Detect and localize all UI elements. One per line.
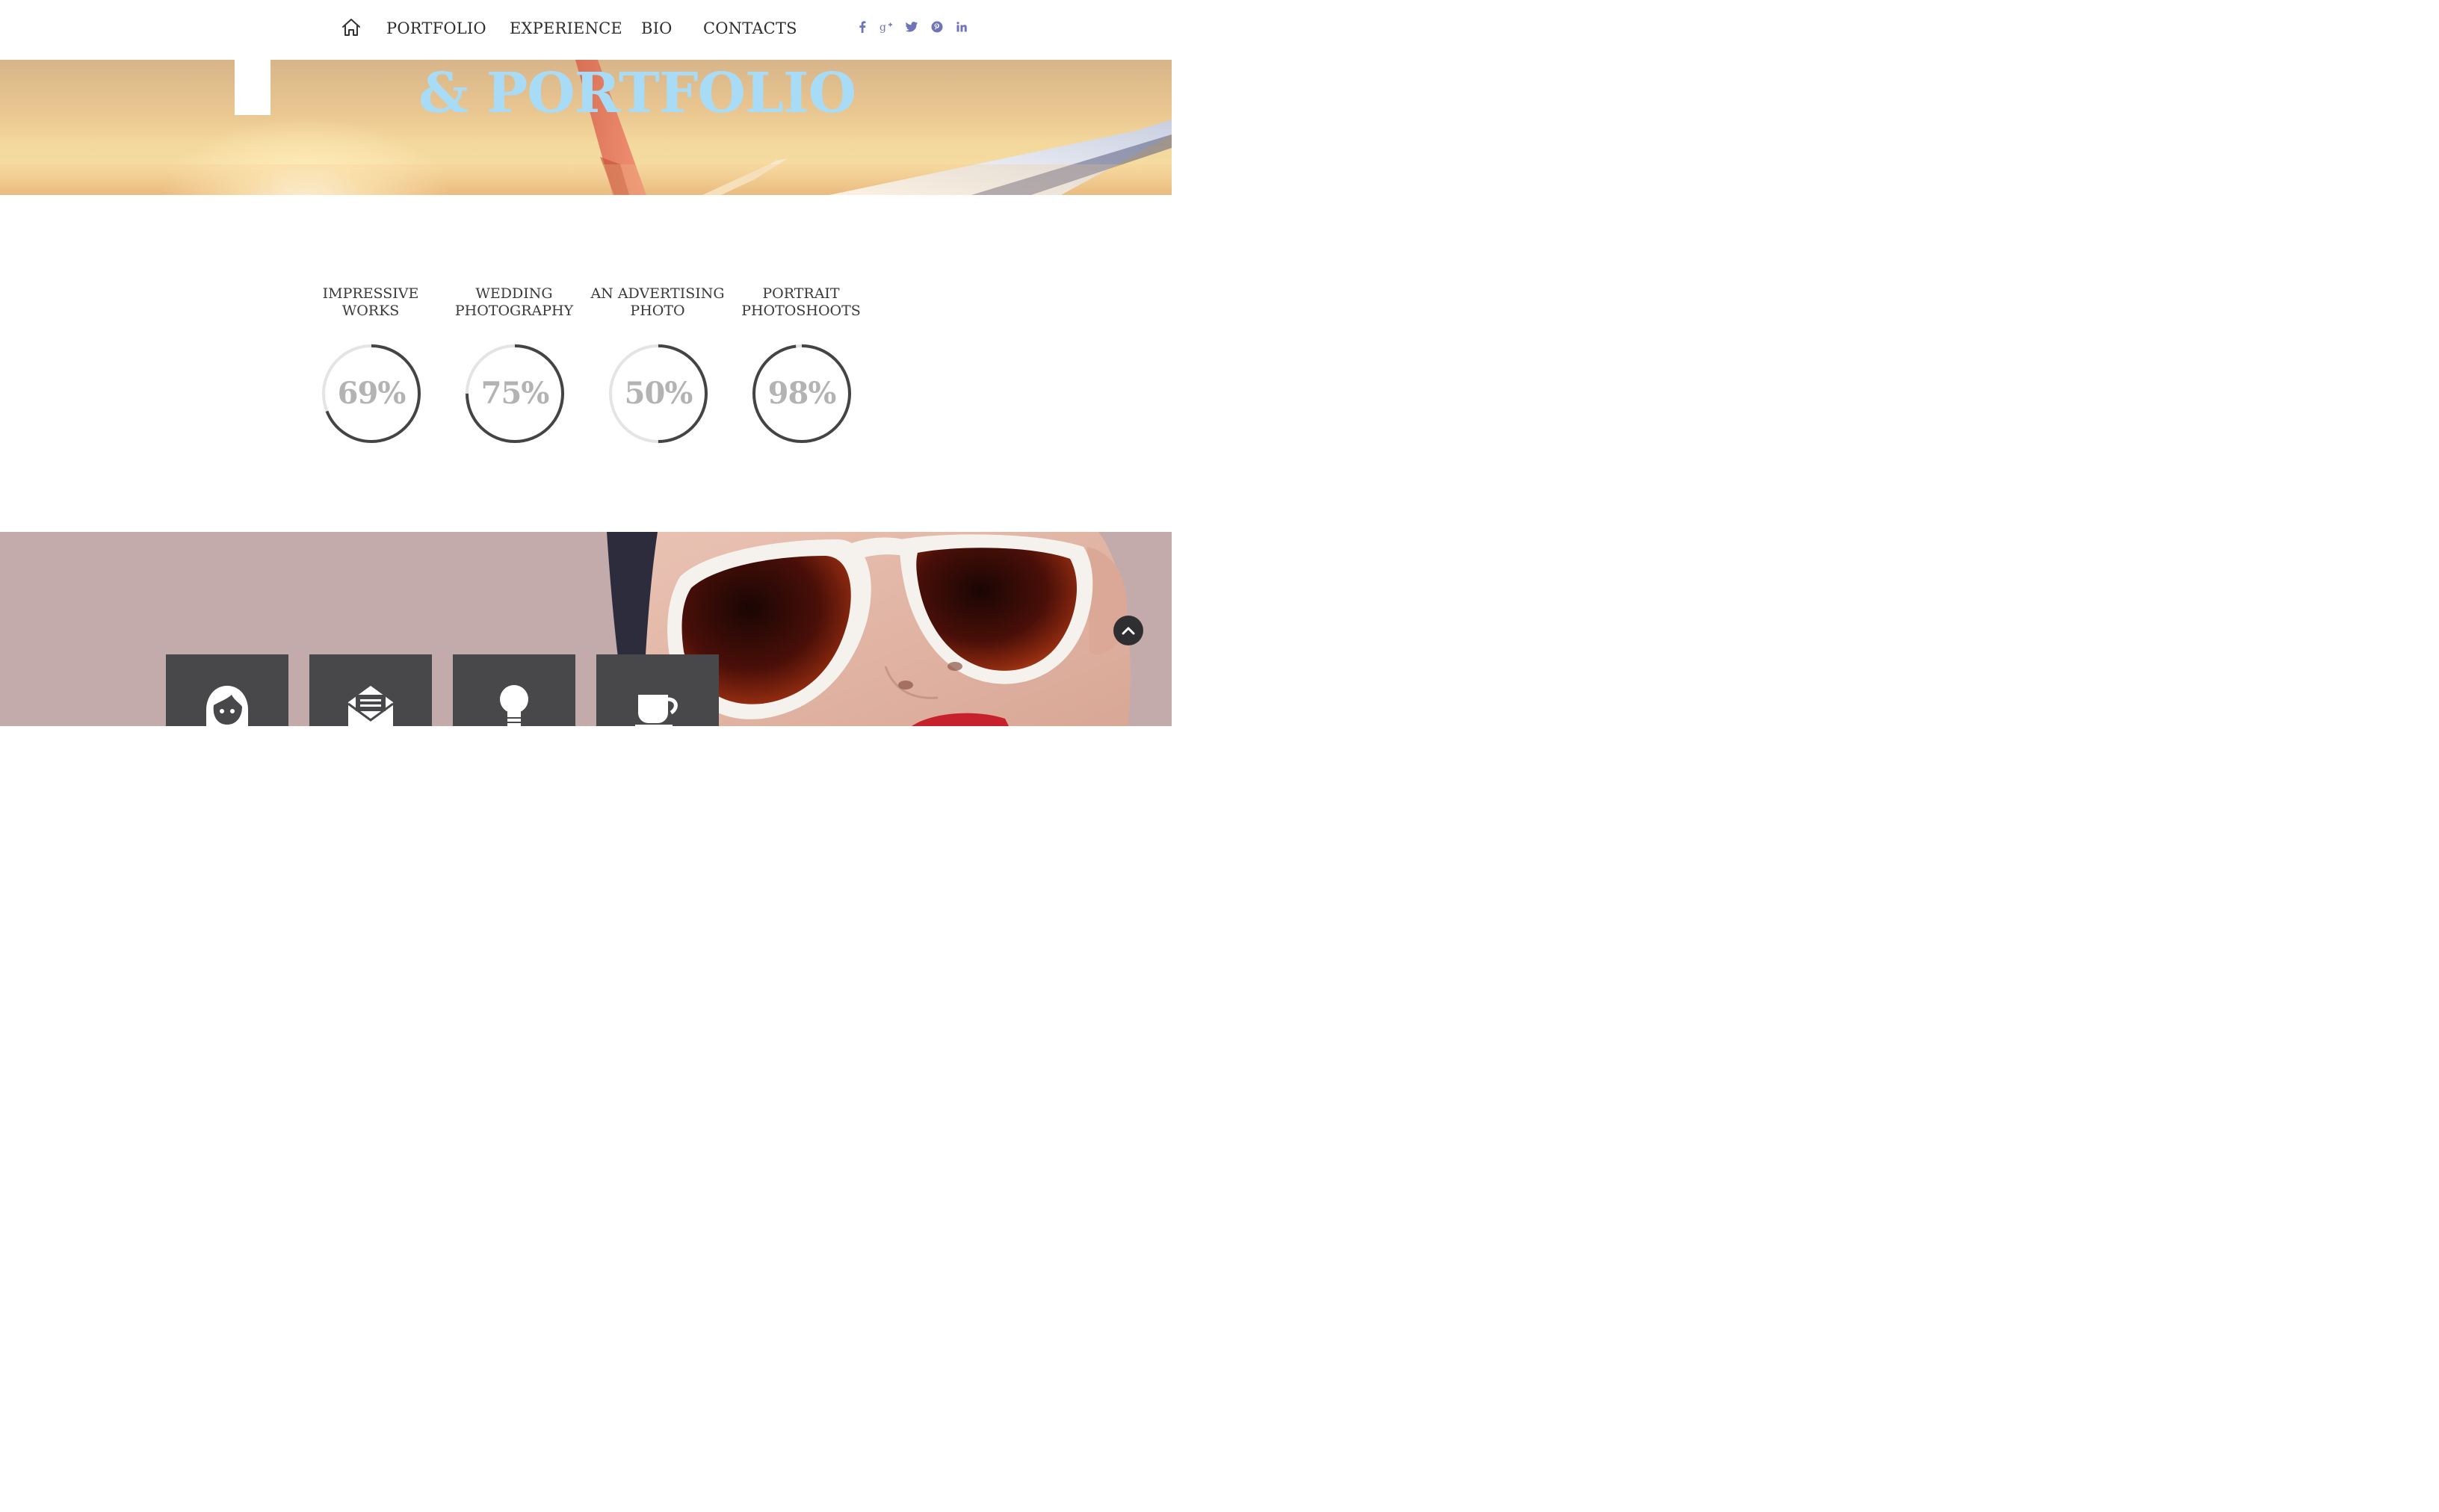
coffee-cup-icon <box>635 695 678 726</box>
skill-label: AN ADVERTISING PHOTO <box>590 285 725 319</box>
nav-item-contacts[interactable]: CONTACTS <box>703 19 797 37</box>
progress-ring: 69% <box>321 344 421 444</box>
skill-label: IMPRESSIVE WORKS <box>322 285 419 319</box>
progress-ring: 50% <box>608 344 708 444</box>
back-to-top-button[interactable] <box>1113 616 1143 645</box>
google-plus-icon[interactable]: g <box>878 19 894 34</box>
services-banner <box>0 532 1172 726</box>
nav-item-bio[interactable]: BIO <box>641 19 673 37</box>
woman-face-icon <box>206 686 248 726</box>
light-bulb-icon <box>500 685 528 726</box>
svg-text:g: g <box>880 22 886 33</box>
skill-label: WEDDING PHOTOGRAPHY <box>454 285 574 319</box>
nav-item-experience[interactable]: EXPERIENCE <box>510 19 622 37</box>
skill-item: AN ADVERTISING PHOTO 50% <box>587 284 729 443</box>
hero-tab-marker <box>235 60 271 115</box>
skill-item: PORTRAIT PHOTOSHOOTS 98% <box>730 284 872 443</box>
chevron-up-icon <box>1122 627 1135 635</box>
skill-percent: 75% <box>480 376 550 411</box>
service-tile[interactable] <box>309 654 432 726</box>
progress-ring: 75% <box>465 344 565 444</box>
skill-percent: 69% <box>337 376 406 411</box>
site-header: PORTFOLIO EXPERIENCE BIO CONTACTS g <box>0 0 1172 60</box>
service-tile[interactable] <box>596 654 719 726</box>
facebook-icon[interactable] <box>854 19 871 34</box>
skill-label: PORTRAIT PHOTOSHOOTS <box>741 285 861 319</box>
skill-item: WEDDING PHOTOGRAPHY 75% <box>443 284 585 443</box>
progress-ring: 98% <box>752 344 852 444</box>
home-icon[interactable] <box>341 18 362 37</box>
service-tile[interactable] <box>166 654 288 726</box>
nav-item-portfolio[interactable]: PORTFOLIO <box>386 19 486 37</box>
pinterest-icon[interactable] <box>929 19 945 34</box>
skill-item: IMPRESSIVE WORKS 69% <box>300 284 442 443</box>
skill-percent: 98% <box>767 376 837 411</box>
service-tile[interactable] <box>453 654 575 726</box>
linkedin-icon[interactable] <box>953 19 970 34</box>
hero-banner: & PORTFOLIO <box>0 60 1172 195</box>
skill-percent: 50% <box>624 376 693 411</box>
hero-title: & PORTFOLIO <box>418 61 856 126</box>
twitter-icon[interactable] <box>903 19 920 34</box>
open-envelope-icon <box>347 686 394 726</box>
